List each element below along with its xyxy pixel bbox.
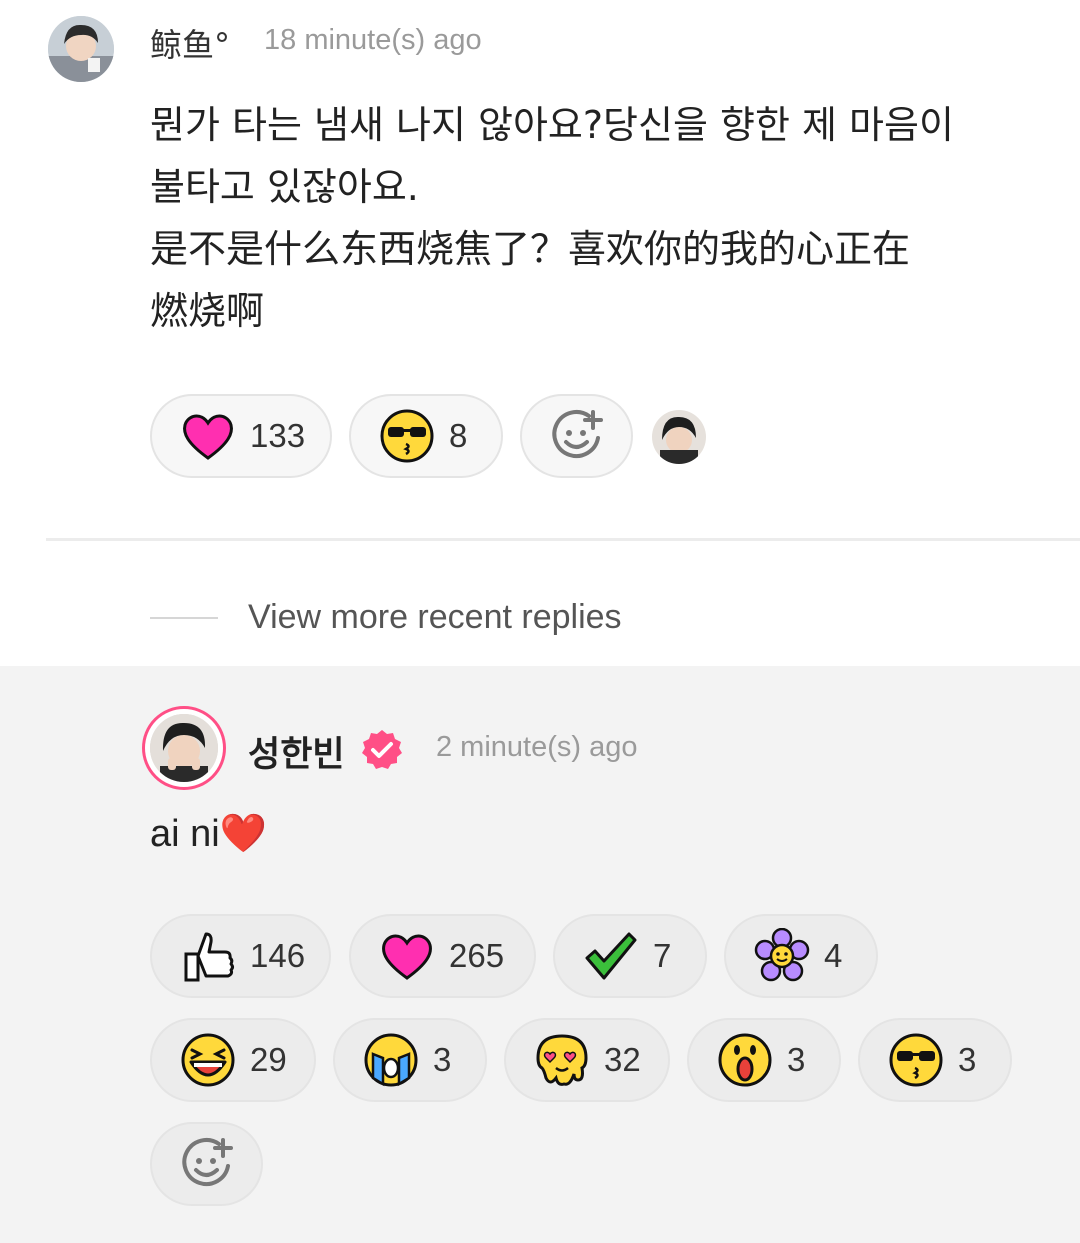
reply-author-username[interactable]: 성한빈 [248,726,345,777]
reaction-melt[interactable]: 32 [504,1018,670,1102]
reactor-avatar[interactable] [652,410,706,464]
view-more-line [150,617,218,619]
reaction-count: 32 [604,1041,641,1078]
reaction-surprised[interactable]: 3 [687,1018,841,1102]
add-reaction-button[interactable] [520,394,633,478]
reaction-thumbs-up[interactable]: 146 [150,914,331,998]
reaction-count: 3 [787,1041,806,1078]
add-reaction-button[interactable] [150,1122,263,1206]
sunglasses-kiss-face-icon [888,1032,944,1088]
reaction-flower[interactable]: 4 [724,914,878,998]
pink-heart-icon [180,408,236,464]
reaction-count: 265 [449,937,505,974]
reaction-count: 7 [653,937,672,974]
pink-heart-icon [379,928,435,984]
reaction-count: 29 [250,1041,287,1078]
comment-timestamp: 18 minute(s) ago [264,24,482,56]
verified-badge-icon [360,728,404,772]
commenter-username[interactable]: 鲸鱼° [150,20,230,66]
purple-flower-icon [754,928,810,984]
laughing-face-icon [180,1032,236,1088]
reaction-heart[interactable]: 265 [349,914,536,998]
reaction-cry[interactable]: 3 [333,1018,487,1102]
section-divider [46,538,1080,541]
reaction-heart[interactable]: 133 [150,394,332,478]
reaction-count: 146 [250,937,306,974]
sunglasses-kiss-face-icon [379,408,435,464]
reaction-count: 3 [433,1041,452,1078]
reaction-count: 3 [958,1041,977,1078]
comment-text: 뭔가 타는 냄새 나지 않아요?당신을 향한 제 마음이 불타고 있잖아요. 是… [150,103,954,333]
reply-timestamp: 2 minute(s) ago [436,731,638,763]
reaction-count: 133 [250,417,306,454]
reaction-check[interactable]: 7 [553,914,707,998]
reaction-laugh[interactable]: 29 [150,1018,316,1102]
reply-author-avatar[interactable] [142,706,226,790]
reaction-count: 8 [449,417,468,454]
crying-face-icon [363,1032,419,1088]
add-emoji-icon [179,1136,235,1192]
reaction-sunglasses[interactable]: 8 [349,394,503,478]
reaction-sunglasses[interactable]: 3 [858,1018,1012,1102]
surprised-face-icon [717,1032,773,1088]
melting-heart-eyes-icon [534,1032,590,1088]
check-mark-icon [583,928,639,984]
reply-text: ai ni❤️ [150,813,268,855]
view-more-replies-link[interactable]: View more recent replies [248,598,622,637]
thumbs-up-icon [180,928,236,984]
add-emoji-icon [549,408,605,464]
commenter-avatar[interactable] [48,16,114,82]
reaction-count: 4 [824,937,843,974]
